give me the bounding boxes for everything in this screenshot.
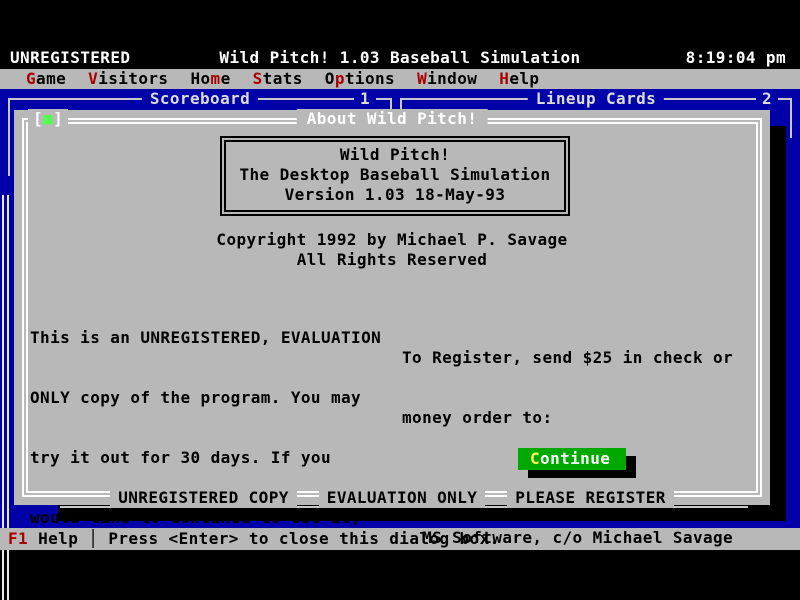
evaluation-notice: This is an UNREGISTERED, EVALUATION ONLY… <box>30 288 381 600</box>
dialog-title: About Wild Pitch! <box>297 109 488 129</box>
app-title: Wild Pitch! 1.03 Baseball Simulation <box>0 48 800 68</box>
program-version: Version 1.03 18-May-93 <box>220 185 570 205</box>
window-scoreboard-title: Scoreboard <box>142 89 258 109</box>
window-scoreboard-number: 1 <box>354 89 376 109</box>
close-icon: ■ <box>43 109 53 128</box>
scoreboard-frame-left <box>8 98 10 176</box>
dos-screen: UNREGISTERED Wild Pitch! 1.03 Baseball S… <box>0 0 800 600</box>
footer-unregistered: UNREGISTERED COPY <box>110 488 297 508</box>
footer-register: PLEASE REGISTER <box>507 488 674 508</box>
program-subtitle: The Desktop Baseball Simulation <box>220 165 570 185</box>
close-button[interactable]: [■] <box>28 109 68 129</box>
copyright-text: Copyright 1992 by Michael P. Savage All … <box>14 230 770 270</box>
clock: 8:19:04 pm <box>686 48 786 68</box>
dialog-shadow <box>770 126 786 521</box>
menu-item-help[interactable]: Help <box>499 69 539 89</box>
desktop: Scoreboard 1 Lineup Cards 2 [■] About Wi… <box>0 89 800 528</box>
menu-item-stats[interactable]: Stats <box>253 69 303 89</box>
window-scoreboard-titlebar[interactable]: Scoreboard 1 <box>8 89 392 109</box>
window-lineup-titlebar[interactable]: Lineup Cards 2 <box>400 89 792 109</box>
lineup-frame-right <box>790 98 792 138</box>
f1-help-key[interactable]: F1 <box>8 529 28 549</box>
menu-item-window[interactable]: Window <box>417 69 477 89</box>
about-dialog: [■] About Wild Pitch! Wild Pitch! The De… <box>14 110 770 505</box>
menu-bar: Game Visitors Home Stats Options Window … <box>0 69 800 89</box>
window-lineup-number: 2 <box>756 89 778 109</box>
menu-item-game[interactable]: Game <box>26 69 66 89</box>
window-lineup-title: Lineup Cards <box>528 89 664 109</box>
menu-item-options[interactable]: Options <box>325 69 395 89</box>
app-titlebar: UNREGISTERED Wild Pitch! 1.03 Baseball S… <box>0 50 800 69</box>
version-box: Wild Pitch! The Desktop Baseball Simulat… <box>220 136 570 216</box>
menu-item-visitors[interactable]: Visitors <box>88 69 168 89</box>
menu-item-home[interactable]: Home <box>190 69 230 89</box>
dialog-footer: UNREGISTERED COPY EVALUATION ONLY PLEASE… <box>14 488 770 508</box>
program-name: Wild Pitch! <box>220 145 570 165</box>
footer-evaluation: EVALUATION ONLY <box>319 488 486 508</box>
continue-button[interactable]: Continue <box>518 448 626 470</box>
